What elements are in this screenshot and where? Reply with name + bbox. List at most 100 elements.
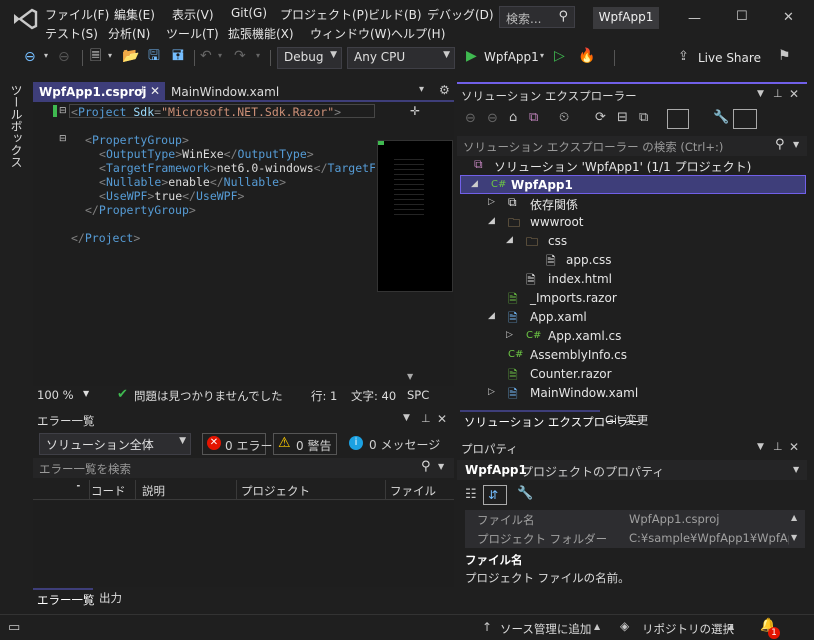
tree-item-counter-razor[interactable]: 🗎 Counter.razor <box>460 365 806 384</box>
repository-select[interactable]: リポジトリの選択 <box>642 621 734 637</box>
split-handle-icon[interactable]: ✛ <box>377 104 453 122</box>
navigate-back-icon[interactable]: ⊖ <box>24 50 36 64</box>
line-number[interactable]: 行: 1 <box>311 388 337 404</box>
home-icon[interactable]: ⌂ <box>509 111 517 124</box>
chevron-down-icon[interactable]: ▼ <box>793 140 799 149</box>
tab-solution-explorer[interactable]: ソリューション エクスプローラー <box>460 410 640 430</box>
save-all-icon[interactable]: 🖬 <box>172 49 184 63</box>
pin-icon[interactable]: ⊥ <box>773 88 783 99</box>
hot-reload-icon[interactable]: 🔥 <box>578 49 595 63</box>
menu-test[interactable]: テスト(S) <box>45 25 98 42</box>
menu-debug[interactable]: デバッグ(D) <box>427 6 494 23</box>
tab-output[interactable]: 出力 <box>95 588 135 607</box>
pin-icon[interactable]: ⊥ <box>421 413 431 424</box>
tree-item-app-css[interactable]: 🗎 app.css <box>460 251 806 270</box>
tree-item-index-html[interactable]: 🗎 index.html <box>460 270 806 289</box>
preview-selected-toggle[interactable] <box>667 109 689 129</box>
scope-select[interactable]: ソリューション全体 ▼ <box>39 433 191 455</box>
expander-collapsed-icon[interactable]: ▷ <box>488 197 495 207</box>
scroll-up-arrow[interactable]: ▲ <box>791 514 797 522</box>
column-description[interactable]: 説明 <box>142 483 165 499</box>
pin-icon[interactable]: ⊥ <box>773 441 783 452</box>
column-project[interactable]: プロジェクト <box>241 483 310 499</box>
expander-expanded-icon[interactable]: ◢ <box>471 179 478 189</box>
minimap[interactable] <box>377 140 453 292</box>
issues-status[interactable]: 問題は見つかりませんでした <box>134 388 283 404</box>
live-share-label[interactable]: Live Share <box>698 51 761 65</box>
close-window-button[interactable]: ✕ <box>783 11 794 24</box>
tree-item-project[interactable]: ◢ C# WpfApp1 <box>460 175 806 194</box>
toggle-button[interactable] <box>733 109 757 129</box>
repository-icon[interactable]: ◈ <box>620 620 629 632</box>
scroll-down-arrow[interactable]: ▼ <box>791 534 797 542</box>
show-all-files-icon[interactable]: ⧉ <box>639 111 648 124</box>
messages-filter-button[interactable]: i 0 メッセージ <box>345 433 449 455</box>
property-row[interactable]: ファイル名 WpfApp1.csproj <box>465 510 805 529</box>
feedback-icon[interactable]: ⚑ <box>778 49 791 63</box>
back-icon[interactable]: ⊖ <box>465 112 476 125</box>
tree-item-app-xaml-cs[interactable]: ▷ C# App.xaml.cs <box>460 327 806 346</box>
column-code[interactable]: コード <box>91 483 126 499</box>
whitespace-mode[interactable]: SPC <box>407 388 429 402</box>
run-target-dropdown-icon[interactable]: ▾ <box>540 52 544 60</box>
undo-dropdown-icon[interactable]: ▾ <box>218 52 222 60</box>
menu-tools[interactable]: ツール(T) <box>166 25 219 42</box>
editor-settings-icon[interactable]: ⚙ <box>439 84 450 96</box>
zoom-level[interactable]: 100 % <box>37 388 74 402</box>
toolbox-side-tab[interactable]: ツールボックス <box>0 80 30 610</box>
tree-item-css-folder[interactable]: ◢ 🗀 css <box>460 232 806 251</box>
close-icon[interactable]: ✕ <box>437 413 447 425</box>
alphabetical-sort-button[interactable]: ⇵ <box>483 485 507 505</box>
menu-git[interactable]: Git(G) <box>231 6 267 20</box>
close-icon[interactable]: ✕ <box>789 88 799 100</box>
tree-item-mainwindow-xaml[interactable]: ▷ 🗎 MainWindow.xaml <box>460 384 806 403</box>
back-dropdown-icon[interactable]: ▾ <box>44 52 48 60</box>
close-icon[interactable]: ✕ <box>789 441 799 453</box>
save-icon[interactable]: 🖫 <box>148 49 160 63</box>
minimize-button[interactable]: — <box>688 12 701 25</box>
solution-search-box[interactable]: ソリューション エクスプローラー の検索 (Ctrl+:) ⚲ ▼ <box>457 136 807 156</box>
scroll-down-arrow[interactable]: ▼ <box>407 372 413 381</box>
tree-item-app-xaml[interactable]: ◢ 🗎 App.xaml <box>460 308 806 327</box>
categorized-icon[interactable]: ☷ <box>465 488 477 501</box>
collapse-all-icon[interactable]: ⊟ <box>617 111 628 124</box>
start-without-debug-icon[interactable]: ▷ <box>554 49 565 63</box>
run-target-label[interactable]: WpfApp1 <box>484 50 539 64</box>
property-row[interactable]: プロジェクト フォルダー C:¥sample¥WpfApp1¥WpfApp <box>465 529 805 548</box>
switch-view-icon[interactable]: ⧉ <box>529 111 538 124</box>
menu-help[interactable]: ヘルプ(H) <box>391 25 445 42</box>
configuration-select[interactable]: Debug ▼ <box>277 47 342 69</box>
arrow-up-icon[interactable]: ↑ <box>482 621 492 633</box>
expander-expanded-icon[interactable]: ◢ <box>488 216 495 226</box>
pending-changes-filter-icon[interactable]: ⏲ <box>559 111 569 124</box>
expander-collapsed-icon[interactable]: ▷ <box>488 387 495 397</box>
platform-select[interactable]: Any CPU ▼ <box>347 47 455 69</box>
menu-edit[interactable]: 編集(E) <box>114 6 155 23</box>
menu-file[interactable]: ファイル(F) <box>45 6 109 23</box>
tab-overflow-icon[interactable]: ▾ <box>419 85 424 95</box>
live-share-icon[interactable]: ⇪ <box>678 50 689 63</box>
source-control-add[interactable]: ソース管理に追加 <box>500 621 591 637</box>
navigate-forward-icon[interactable]: ⊖ <box>58 50 70 64</box>
tree-item-assemblyinfo[interactable]: C# AssemblyInfo.cs <box>460 346 806 365</box>
column-number[interactable]: 文字: 40 <box>351 388 396 404</box>
notification-panel-icon[interactable]: ▭ <box>8 621 20 634</box>
chevron-up-icon[interactable]: ▲ <box>594 623 600 631</box>
property-object-select[interactable]: WpfApp1 プロジェクトのプロパティ ▼ <box>457 460 807 480</box>
tree-item-solution[interactable]: ⧉ ソリューション 'WpfApp1' (1/1 プロジェクト) <box>460 156 806 175</box>
search-icon[interactable]: ⚲ <box>775 137 785 152</box>
maximize-button[interactable]: ☐ <box>736 10 748 23</box>
properties-icon[interactable]: 🔧 <box>713 111 729 124</box>
expander-expanded-icon[interactable]: ◢ <box>506 235 513 245</box>
warnings-filter-button[interactable]: ⚠ 0 警告 <box>273 433 337 455</box>
chevron-down-icon[interactable]: ▼ <box>83 389 89 398</box>
window-menu-icon[interactable]: ▼ <box>757 443 764 452</box>
tree-item-dependencies[interactable]: ▷ ⧉ 依存関係 <box>460 194 806 213</box>
chevron-up-icon[interactable]: ▲ <box>728 623 734 631</box>
redo-dropdown-icon[interactable]: ▾ <box>256 52 260 60</box>
search-box[interactable]: 検索... ⚲ <box>499 6 575 28</box>
window-menu-icon[interactable]: ▼ <box>757 90 764 99</box>
menu-build[interactable]: ビルド(B) <box>368 6 422 23</box>
errors-filter-button[interactable]: ✕ 0 エラー <box>202 433 272 455</box>
code-text-area[interactable]: <Project Sdk="Microsoft.NET.Sdk.Razor"> … <box>33 82 375 380</box>
